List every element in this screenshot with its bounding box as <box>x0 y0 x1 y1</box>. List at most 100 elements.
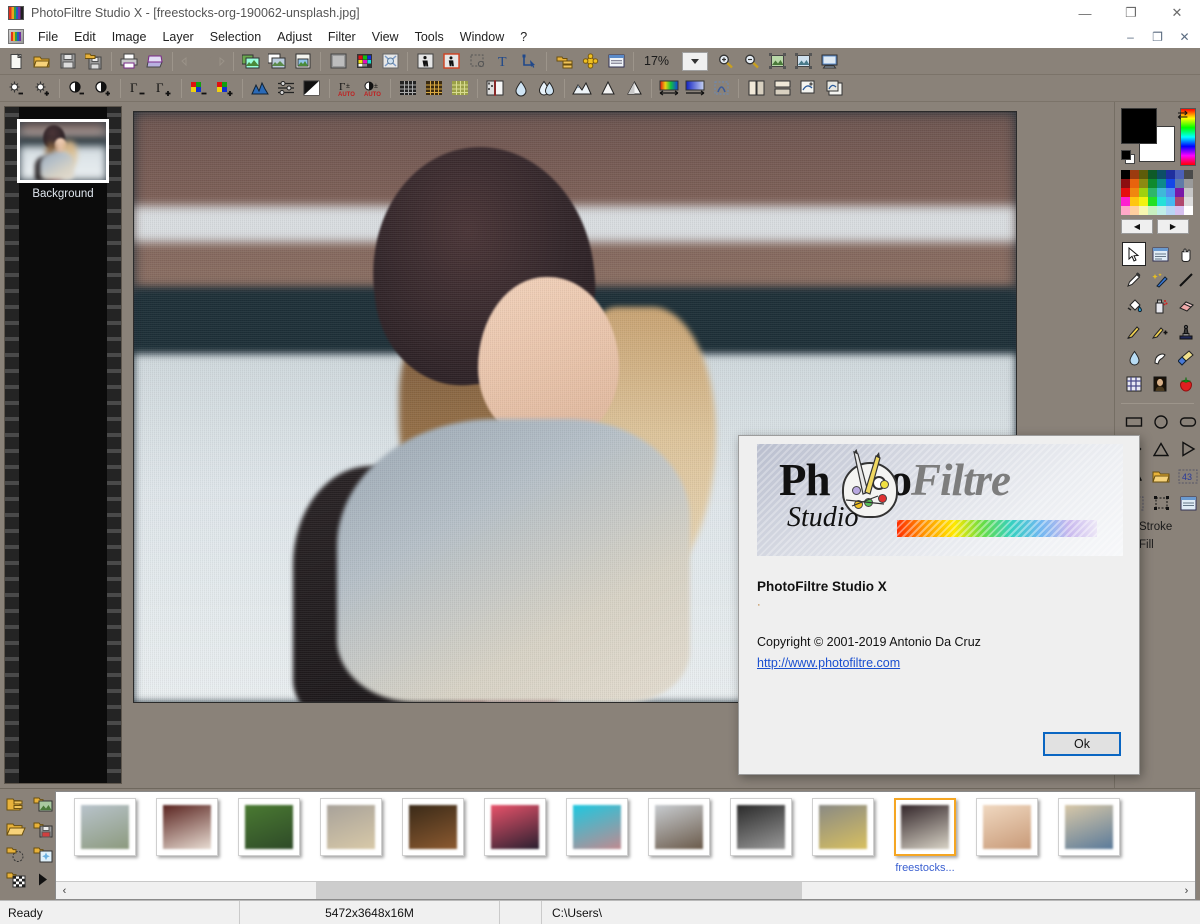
thumbnail-3[interactable] <box>238 798 300 856</box>
layer-item-background[interactable]: Background <box>17 119 109 200</box>
swatch[interactable] <box>1175 188 1184 197</box>
menu-tools[interactable]: Tools <box>407 28 452 46</box>
swatch[interactable] <box>1157 206 1166 215</box>
deform-icon[interactable] <box>709 77 733 100</box>
open-shape-icon[interactable] <box>1149 464 1173 488</box>
color-palette-grid[interactable] <box>1115 166 1200 215</box>
menu-filter[interactable]: Filter <box>320 28 364 46</box>
thumbnail-4[interactable] <box>320 798 382 856</box>
paintbrush-tool-icon[interactable] <box>1122 320 1146 344</box>
list-item[interactable] <box>802 798 884 874</box>
transform-icon[interactable] <box>796 77 820 100</box>
list-item[interactable]: freestocks... <box>884 798 966 874</box>
swatch[interactable] <box>1175 206 1184 215</box>
swatch[interactable] <box>1166 197 1175 206</box>
browser-horizontal-scrollbar[interactable]: ‹ › <box>56 881 1195 899</box>
vector-select-icon[interactable] <box>517 50 541 73</box>
swatch[interactable] <box>1121 170 1130 179</box>
swatch[interactable] <box>1139 188 1148 197</box>
swatch[interactable] <box>1121 206 1130 215</box>
crop-person-icon[interactable] <box>439 50 463 73</box>
play-icon[interactable] <box>31 868 55 890</box>
swatch[interactable] <box>1166 188 1175 197</box>
swatch[interactable] <box>1184 188 1193 197</box>
thumbnail-11-selected[interactable] <box>894 798 956 856</box>
mdi-close-button[interactable]: ✕ <box>1171 27 1198 47</box>
folder-checker-icon[interactable] <box>4 868 28 890</box>
swatch[interactable] <box>1121 197 1130 206</box>
gradient-blue-icon[interactable] <box>683 77 707 100</box>
swatch[interactable] <box>1157 197 1166 206</box>
list-item[interactable] <box>228 798 310 874</box>
saturation-down-icon[interactable] <box>187 77 211 100</box>
close-button[interactable]: ✕ <box>1154 0 1200 26</box>
swatch[interactable] <box>1175 179 1184 188</box>
scanner-icon[interactable] <box>143 50 167 73</box>
list-item[interactable] <box>638 798 720 874</box>
menu-adjust[interactable]: Adjust <box>269 28 320 46</box>
gradient-icon[interactable] <box>657 77 681 100</box>
thumbnail-13[interactable] <box>1058 798 1120 856</box>
smudge-tool-icon[interactable] <box>1148 346 1172 370</box>
line-tool-icon[interactable] <box>1174 268 1198 292</box>
default-colors-icon[interactable] <box>1121 150 1136 165</box>
blur-icon[interactable] <box>509 77 533 100</box>
list-item[interactable] <box>556 798 638 874</box>
swatch[interactable] <box>1121 188 1130 197</box>
count-43-icon[interactable]: 43 <box>1176 464 1200 488</box>
folder-image-icon[interactable] <box>31 793 55 815</box>
minimize-button[interactable]: — <box>1062 0 1108 26</box>
actual-size-icon[interactable] <box>791 50 815 73</box>
swatch[interactable] <box>1166 170 1175 179</box>
swatch[interactable] <box>1130 170 1139 179</box>
swatch[interactable] <box>1139 179 1148 188</box>
paste-image-icon[interactable] <box>291 50 315 73</box>
swatch[interactable] <box>1139 206 1148 215</box>
paint-bucket-tool-icon[interactable] <box>1122 294 1146 318</box>
cut-person-icon[interactable] <box>413 50 437 73</box>
thumbnail-8[interactable] <box>648 798 710 856</box>
rectangle-shape-icon[interactable] <box>1122 410 1146 434</box>
auto-gamma-icon[interactable]: Γ ± AUTO <box>335 77 359 100</box>
menu-help[interactable]: ? <box>512 28 535 46</box>
magic-wand-tool-icon[interactable] <box>1148 268 1172 292</box>
transform-shape-icon[interactable] <box>1149 491 1173 515</box>
text-tool-icon[interactable]: T <box>491 50 515 73</box>
thumbnail-7[interactable] <box>566 798 628 856</box>
sharpen-icon[interactable] <box>570 77 594 100</box>
menu-selection[interactable]: Selection <box>202 28 269 46</box>
list-item[interactable] <box>1048 798 1130 874</box>
layer-thumbnail[interactable] <box>17 119 109 183</box>
selection-tool-icon[interactable] <box>1148 242 1172 266</box>
transform2-icon[interactable] <box>822 77 846 100</box>
thumbnail-5[interactable] <box>402 798 464 856</box>
menu-file[interactable]: File <box>30 28 66 46</box>
gamma-down-icon[interactable]: Γ <box>126 77 150 100</box>
plugin-icon[interactable] <box>578 50 602 73</box>
swatch[interactable] <box>1130 197 1139 206</box>
about-website-link[interactable]: http://www.photofiltre.com <box>757 656 900 670</box>
thumbnail-10[interactable] <box>812 798 874 856</box>
swatch[interactable] <box>1157 179 1166 188</box>
foreground-color-swatch[interactable] <box>1121 108 1157 144</box>
portrait-tool-icon[interactable] <box>1148 372 1172 396</box>
swatch[interactable] <box>1139 170 1148 179</box>
levels-icon[interactable] <box>274 77 298 100</box>
thumbnail-9[interactable] <box>730 798 792 856</box>
ok-button[interactable]: Ok <box>1043 732 1121 756</box>
clean-brush-tool-icon[interactable] <box>1174 346 1198 370</box>
thumbnail-strip[interactable]: freestocks... ‹ › <box>55 791 1196 900</box>
palette-next-button[interactable]: ▶ <box>1157 219 1189 234</box>
swatch[interactable] <box>1148 170 1157 179</box>
swatch[interactable] <box>1175 170 1184 179</box>
triangle-shape-icon[interactable] <box>1149 437 1173 461</box>
list-item[interactable] <box>966 798 1048 874</box>
blur-more-icon[interactable] <box>535 77 559 100</box>
brightness-down-icon[interactable] <box>4 77 28 100</box>
thumbnail-2[interactable] <box>156 798 218 856</box>
list-item[interactable] <box>310 798 392 874</box>
palette-prev-button[interactable]: ◀ <box>1121 219 1153 234</box>
mdi-restore-button[interactable]: ❐ <box>1144 27 1171 47</box>
stamp-tool-icon[interactable] <box>1174 320 1198 344</box>
auto-levels-icon[interactable] <box>300 77 324 100</box>
